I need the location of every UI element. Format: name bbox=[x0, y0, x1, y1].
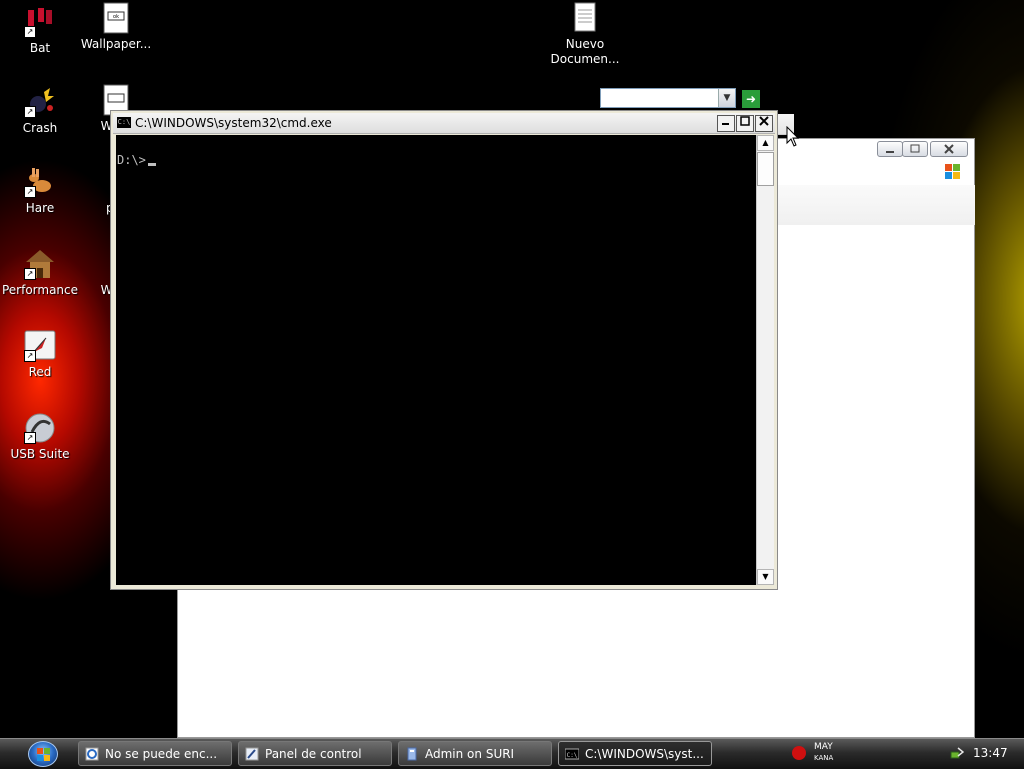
go-button-label[interactable]: Ir bbox=[765, 92, 773, 105]
shortcut-arrow-icon: ↗ bbox=[24, 350, 36, 362]
address-dropdown-button[interactable]: ▼ bbox=[718, 89, 735, 107]
desktop-icon-label: Performance bbox=[1, 283, 79, 297]
cmd-icon: C:\ bbox=[564, 747, 580, 761]
taskbar-item-browser[interactable]: No se puede enc... bbox=[78, 741, 232, 766]
shortcut-arrow-icon: ↗ bbox=[24, 106, 36, 118]
taskbar-item-label: Panel de control bbox=[265, 747, 362, 761]
desktop-icon-crash[interactable]: ↗ Crash bbox=[0, 86, 80, 136]
desktop-icon-red[interactable]: ↗ Red bbox=[0, 330, 80, 380]
ime-language-icon[interactable] bbox=[792, 746, 806, 760]
desktop-icon-performance[interactable]: ↗ Performance bbox=[0, 248, 80, 298]
internet-explorer-icon bbox=[85, 747, 99, 761]
cmd-maximize-button[interactable] bbox=[736, 115, 754, 132]
scroll-up-button[interactable]: ▲ bbox=[757, 135, 774, 151]
cmd-prompt: D:\> bbox=[117, 153, 146, 167]
desktop-icon-usb-suite[interactable]: ↗ USB Suite bbox=[0, 412, 80, 462]
scroll-thumb[interactable] bbox=[757, 152, 774, 186]
desktop-icon-label: Hare bbox=[25, 201, 55, 215]
explorer-address-bar[interactable]: ▼ bbox=[600, 88, 736, 108]
windows-flag-icon bbox=[37, 748, 50, 761]
scroll-down-button[interactable]: ▼ bbox=[757, 569, 774, 585]
hare-shortcut-icon: ↗ bbox=[24, 166, 56, 198]
desktop-icon-wallpaper[interactable]: ok Wallpaper... bbox=[76, 2, 156, 52]
shortcut-arrow-icon: ↗ bbox=[24, 432, 36, 444]
usb-suite-shortcut-icon: ↗ bbox=[24, 412, 56, 444]
wallpaper-file-icon: ok bbox=[100, 2, 132, 34]
go-arrow-icon[interactable]: ➜ bbox=[742, 90, 760, 108]
ime-kana-indicator[interactable]: KANA bbox=[814, 754, 833, 762]
shortcut-arrow-icon: ↗ bbox=[24, 268, 36, 280]
svg-text:C:\: C:\ bbox=[567, 752, 578, 759]
control-panel-icon bbox=[245, 747, 259, 761]
cmd-minimize-button[interactable] bbox=[717, 115, 735, 132]
bat-shortcut-icon: ↗ bbox=[24, 6, 56, 38]
cmd-icon: C:\ bbox=[117, 117, 131, 128]
desktop-icon-bat[interactable]: ↗ Bat bbox=[0, 6, 80, 56]
taskbar: No se puede enc... Panel de control Admi… bbox=[0, 738, 1024, 769]
cmd-title-bar[interactable]: C:\ C:\WINDOWS\system32\cmd.exe bbox=[113, 113, 775, 134]
taskbar-item-control-panel[interactable]: Panel de control bbox=[238, 741, 392, 766]
explorer-maximize-button[interactable] bbox=[902, 141, 928, 157]
desktop-icon-hare[interactable]: ↗ Hare bbox=[0, 166, 80, 216]
desktop-icon-label: Red bbox=[28, 365, 52, 379]
windows-logo-icon bbox=[944, 163, 962, 181]
explorer-close-button[interactable] bbox=[930, 141, 968, 157]
desktop-icon-nuevo-documento[interactable]: Nuevo Documen... bbox=[545, 2, 625, 67]
desktop: ↗ Bat ok Wallpaper... Nuevo Documen... ↗… bbox=[0, 0, 1024, 738]
shortcut-arrow-icon: ↗ bbox=[24, 186, 36, 198]
desktop-icon-label: Crash bbox=[22, 121, 58, 135]
svg-text:ok: ok bbox=[113, 14, 119, 20]
taskbar-item-admin-on-suri[interactable]: Admin on SURI bbox=[398, 741, 552, 766]
desktop-icon-label: USB Suite bbox=[10, 447, 70, 461]
ime-caps-indicator[interactable]: MAY bbox=[814, 742, 833, 752]
taskbar-item-cmd[interactable]: C:\ C:\WINDOWS\syst... bbox=[558, 741, 712, 766]
cmd-console-output[interactable]: D:\> bbox=[116, 135, 756, 585]
remote-admin-icon bbox=[405, 747, 419, 761]
performance-shortcut-icon: ↗ bbox=[24, 248, 56, 280]
mouse-pointer-icon bbox=[786, 126, 800, 147]
cmd-vertical-scrollbar[interactable]: ▲ ▼ bbox=[756, 135, 774, 585]
cmd-window[interactable]: C:\ C:\WINDOWS\system32\cmd.exe D:\> ▲ ▼ bbox=[110, 110, 778, 590]
network-icon[interactable] bbox=[950, 746, 964, 760]
desktop-icon-label: Bat bbox=[29, 41, 51, 55]
red-shortcut-icon: ↗ bbox=[24, 330, 56, 362]
system-tray: MAY KANA 13:47 bbox=[786, 739, 1024, 769]
shortcut-arrow-icon: ↗ bbox=[24, 26, 36, 38]
taskbar-item-label: C:\WINDOWS\syst... bbox=[585, 747, 704, 761]
cmd-close-button[interactable] bbox=[755, 115, 773, 132]
text-cursor bbox=[147, 163, 156, 166]
cmd-window-title: C:\WINDOWS\system32\cmd.exe bbox=[135, 116, 332, 130]
explorer-minimize-button[interactable] bbox=[877, 141, 903, 157]
start-button[interactable] bbox=[28, 741, 58, 767]
crash-shortcut-icon: ↗ bbox=[24, 86, 56, 118]
clock[interactable]: 13:47 bbox=[973, 746, 1008, 760]
desktop-icon-label: Nuevo Documen... bbox=[550, 37, 620, 66]
text-document-icon bbox=[569, 2, 601, 34]
taskbar-item-label: No se puede enc... bbox=[105, 747, 218, 761]
desktop-icon-label: Wallpaper... bbox=[80, 37, 152, 51]
cmd-prompt-line: D:\> bbox=[117, 153, 156, 167]
taskbar-item-label: Admin on SURI bbox=[425, 747, 515, 761]
